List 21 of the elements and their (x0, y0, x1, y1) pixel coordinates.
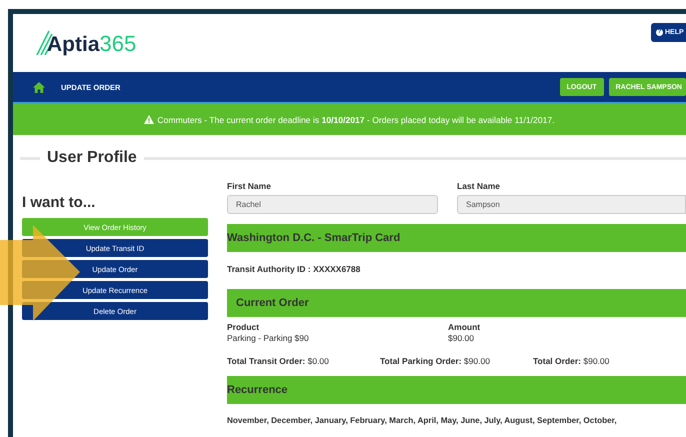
table-cell-text: $90.00 (448, 333, 475, 343)
field-label: First Name (227, 181, 272, 191)
menu-heading: I want to... (22, 194, 96, 211)
order-total: Total Transit Order: $0.00 (227, 356, 330, 366)
input-field[interactable]: Sampson (457, 195, 686, 214)
recurrence-months: November, December, January, February, March, April, May, June, July, August, September, October, (227, 416, 618, 425)
section-bar: Recurrence (227, 376, 686, 404)
table-cell-text: Parking - Parking $90 (227, 333, 310, 343)
section-title: User Profile (47, 149, 137, 167)
section-bar: Current Order (227, 289, 686, 317)
order-total: Total Parking Order: $90.00 (380, 356, 491, 366)
home-icon (33, 82, 45, 92)
card-title-bar: Washington D.C. - SmarTrip Card (227, 224, 686, 252)
warning-icon (144, 115, 154, 124)
column-header: Amount (448, 322, 482, 332)
alert-message: Commuters - The current order deadline is 10/10/2017 - Orders placed today will be available 11/1/2017. (157, 114, 555, 124)
transit-id: Transit Authority ID : XXXXX6788 (227, 264, 362, 274)
field-label: Last Name (457, 181, 501, 191)
order-total: Total Order: $90.00 (533, 356, 610, 366)
input-field[interactable]: Rachel (227, 195, 438, 214)
column-header: Product (227, 322, 260, 332)
